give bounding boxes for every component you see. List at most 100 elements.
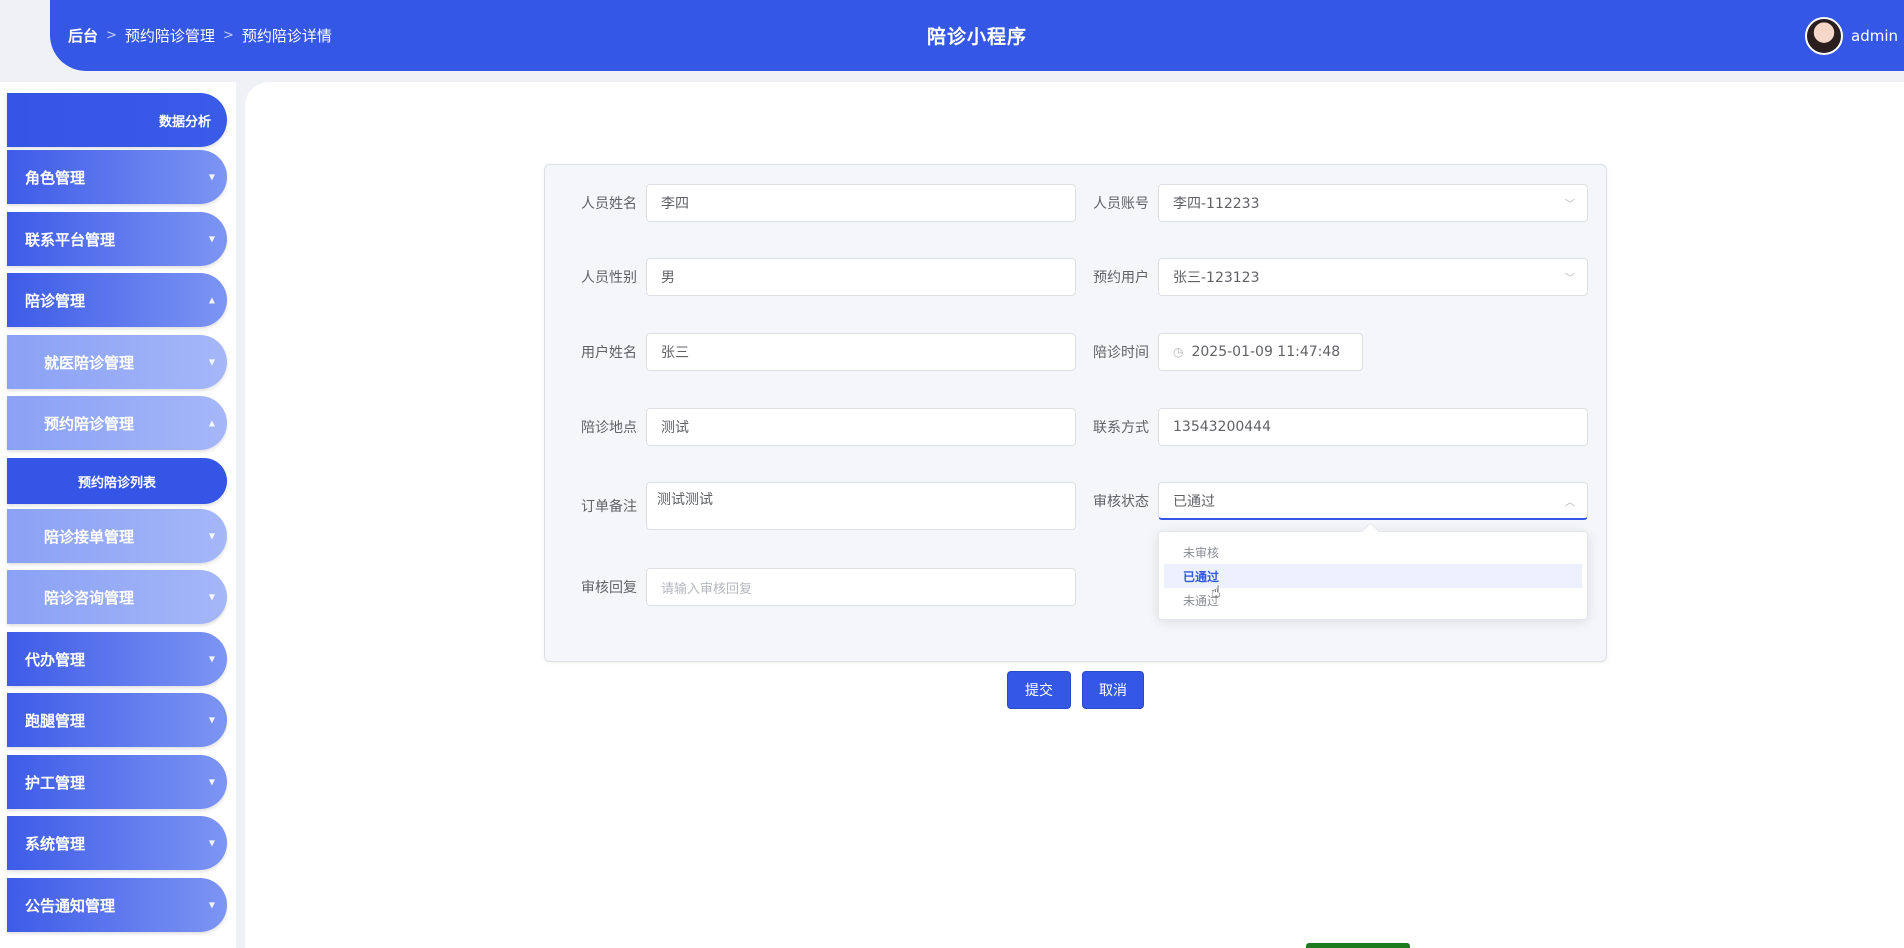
chevron-down-icon: ▼	[208, 234, 215, 244]
field-user-name: 用户姓名 张三	[571, 333, 1076, 371]
field-location: 陪诊地点 测试	[571, 408, 1076, 446]
sidebar-item-label: 预约陪诊列表	[77, 475, 156, 491]
chevron-down-icon: ▼	[208, 654, 215, 664]
contact-input[interactable]: 13543200444	[1158, 408, 1588, 446]
field-label: 人员性别	[581, 270, 637, 286]
input-value: 张三-123123	[1173, 270, 1260, 286]
status-option-rejected[interactable]: 未通过	[1164, 588, 1582, 612]
avatar[interactable]	[1805, 16, 1843, 55]
time-picker[interactable]: ◷ 2025-01-09 11:47:48	[1158, 333, 1363, 371]
sidebar-item-label: 护工管理	[25, 773, 86, 792]
status-option-approved[interactable]: 已通过	[1164, 564, 1582, 588]
input-value: 测试测试	[657, 492, 713, 508]
remark-textarea[interactable]: 测试测试	[646, 482, 1076, 530]
sidebar-item-data-analysis[interactable]: 数据分析	[7, 93, 227, 147]
sidebar-item-escort-orders[interactable]: 陪诊接单管理 ▼	[7, 509, 227, 563]
field-label: 审核回复	[581, 580, 637, 596]
username[interactable]: admin	[1851, 27, 1898, 45]
sidebar-item-label: 公告通知管理	[25, 896, 116, 915]
input-value: 2025-01-09 11:47:48	[1191, 344, 1341, 360]
sidebar-item-label: 代办管理	[25, 650, 86, 669]
status-dropdown: 未审核 已通过 未通过	[1158, 531, 1588, 620]
sidebar-item-label: 联系平台管理	[25, 230, 116, 249]
account-select[interactable]: 李四-112233 ﹀	[1158, 184, 1588, 222]
chevron-down-icon: ▼	[208, 172, 215, 182]
field-label: 陪诊地点	[581, 420, 637, 436]
sidebar-item-escort[interactable]: 陪诊管理 ▲	[7, 273, 227, 327]
sidebar-item-label: 就医陪诊管理	[44, 353, 135, 372]
top-header: 后台 > 预约陪诊管理 > 预约陪诊详情 陪诊小程序 admin	[50, 0, 1904, 71]
input-value: 李四-112233	[1173, 196, 1260, 212]
sidebar-item-agency[interactable]: 代办管理 ▼	[7, 632, 227, 686]
clock-icon: ◷	[1173, 345, 1184, 359]
sidebar-item-contact-platform[interactable]: 联系平台管理 ▼	[7, 212, 227, 266]
user-name-input[interactable]: 张三	[646, 333, 1076, 371]
sidebar-item-caregiver[interactable]: 护工管理 ▼	[7, 755, 227, 809]
pointer-cursor-icon: ☝	[1211, 582, 1221, 601]
sidebar-item-label: 角色管理	[25, 168, 86, 187]
submit-button[interactable]: 提交	[1007, 671, 1071, 709]
input-value: 测试	[661, 420, 689, 436]
input-value: 张三	[661, 345, 689, 361]
chevron-up-icon: ▲	[208, 418, 215, 428]
sidebar-item-escort-consult[interactable]: 陪诊咨询管理 ▼	[7, 570, 227, 624]
status-select[interactable]: 已通过 ︿	[1158, 482, 1588, 520]
field-label: 审核状态	[1093, 494, 1149, 510]
input-placeholder: 请输入审核回复	[661, 581, 753, 597]
sidebar-item-system[interactable]: 系统管理 ▼	[7, 816, 227, 870]
status-option-pending[interactable]: 未审核	[1164, 540, 1582, 564]
field-contact: 联系方式 13543200444	[1083, 408, 1588, 446]
chevron-down-icon: ﹀	[1565, 273, 1575, 285]
name-input[interactable]: 李四	[646, 184, 1076, 222]
input-value: 李四	[661, 196, 689, 212]
field-remark: 订单备注 测试测试	[571, 482, 1076, 530]
input-value: 已通过	[1173, 493, 1215, 510]
input-value: 13543200444	[1173, 419, 1271, 435]
chevron-up-icon: ▲	[208, 295, 215, 305]
chevron-down-icon: ▼	[208, 357, 215, 367]
chevron-down-icon: ▼	[208, 838, 215, 848]
sidebar-item-label: 数据分析	[158, 114, 211, 130]
cancel-button[interactable]: 取消	[1082, 671, 1144, 709]
sidebar-item-label: 陪诊接单管理	[44, 527, 135, 546]
field-gender: 人员性别 男	[571, 258, 1076, 296]
field-label: 人员账号	[1093, 196, 1149, 212]
app-title: 陪诊小程序	[926, 26, 1027, 48]
field-name: 人员姓名 李四	[571, 184, 1076, 222]
sidebar-item-label: 陪诊管理	[25, 291, 86, 310]
field-label: 人员姓名	[581, 196, 637, 212]
sidebar-item-medical-escort[interactable]: 就医陪诊管理 ▼	[7, 335, 227, 389]
field-status: 审核状态 已通过 ︿	[1083, 482, 1588, 520]
field-account: 人员账号 李四-112233 ﹀	[1083, 184, 1588, 222]
sidebar-item-booking-escort[interactable]: 预约陪诊管理 ▲	[7, 396, 227, 450]
field-label: 陪诊时间	[1093, 345, 1149, 361]
user-menu[interactable]: admin	[1805, 0, 1898, 71]
gender-input[interactable]: 男	[646, 258, 1076, 296]
field-time: 陪诊时间 ◷ 2025-01-09 11:47:48	[1083, 333, 1363, 371]
sidebar-item-roles[interactable]: 角色管理 ▼	[7, 150, 227, 204]
booking-user-select[interactable]: 张三-123123 ﹀	[1158, 258, 1588, 296]
chevron-down-icon: ▼	[208, 531, 215, 541]
reply-input[interactable]: 请输入审核回复	[646, 568, 1076, 606]
chevron-down-icon: ▼	[208, 715, 215, 725]
location-input[interactable]: 测试	[646, 408, 1076, 446]
field-label: 联系方式	[1093, 420, 1149, 436]
field-label: 订单备注	[581, 499, 637, 515]
chevron-up-icon: ︿	[1565, 497, 1575, 508]
chevron-down-icon: ▼	[208, 592, 215, 602]
field-reply: 审核回复 请输入审核回复	[571, 568, 1076, 606]
chevron-down-icon: ▼	[208, 777, 215, 787]
sidebar-item-label: 系统管理	[25, 834, 86, 853]
sidebar-item-label: 跑腿管理	[25, 711, 86, 730]
bottom-indicator	[1306, 943, 1410, 948]
chevron-down-icon: ﹀	[1565, 199, 1575, 211]
sidebar-item-errand[interactable]: 跑腿管理 ▼	[7, 693, 227, 747]
chevron-down-icon: ▼	[208, 900, 215, 910]
sidebar-item-label: 陪诊咨询管理	[44, 588, 135, 607]
field-label: 用户姓名	[581, 345, 637, 361]
field-label: 预约用户	[1093, 270, 1149, 286]
sidebar-item-booking-list[interactable]: 预约陪诊列表	[7, 458, 227, 504]
sidebar: 数据分析 角色管理 ▼ 联系平台管理 ▼ 陪诊管理 ▲ 就医陪诊管理 ▼ 预约陪诊管理 ▲…	[0, 82, 236, 948]
sidebar-item-label: 预约陪诊管理	[44, 414, 135, 433]
sidebar-item-announcements[interactable]: 公告通知管理 ▼	[7, 878, 227, 932]
